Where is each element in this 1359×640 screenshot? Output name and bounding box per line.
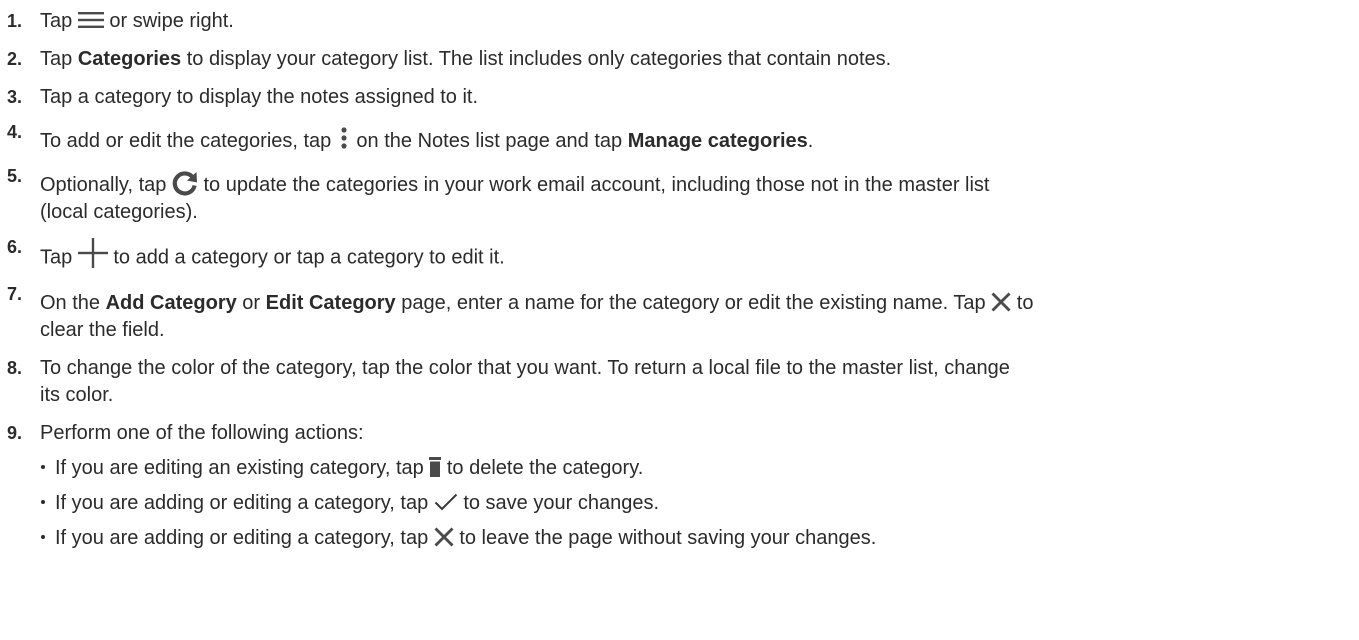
bullet-item: If you are editing an existing category,… (0, 455, 1359, 482)
step-text: Tap or swipe right. (40, 10, 234, 32)
plus-icon (77, 238, 108, 268)
step-text: Tap a category to display the notes assi… (40, 86, 479, 108)
ui-term: Categories (77, 48, 182, 70)
step-5: 5. Optionally, tap to update the categor… (0, 166, 1359, 226)
checkmark-icon (434, 493, 458, 511)
bullet-dot (41, 535, 45, 539)
ui-term: Manage categories (627, 130, 808, 152)
close-x-icon (434, 527, 454, 547)
step-number: 8. (7, 358, 23, 378)
step-3: 3. Tap a category to display the notes a… (0, 84, 1359, 111)
step-text: Optionally, tap to update the categories… (40, 170, 1359, 226)
step-number: 2. (7, 49, 23, 69)
step-6: 6. Tap to add a category or tap a catego… (0, 237, 1359, 273)
step-text: To change the color of the category, tap… (40, 357, 1010, 406)
bullet-item: If you are adding or editing a category,… (0, 490, 1359, 517)
step-2: 2. Tap Categories to display your catego… (0, 46, 1359, 73)
step-number: 4. (7, 122, 23, 142)
step-text: Tap Categories to display your category … (40, 48, 892, 70)
step-number: 3. (7, 87, 23, 107)
bullet-list: If you are editing an existing category,… (40, 455, 1359, 552)
step-number: 9. (7, 423, 23, 443)
ui-term: Add Category (105, 292, 243, 314)
step-8: 8. To change the color of the category, … (0, 355, 1359, 409)
step-4: 4. To add or edit the categories, tap on… (0, 122, 1359, 155)
step-number: 5. (7, 166, 23, 186)
step-text: Tap to add a category or tap a category … (40, 238, 1359, 273)
step-text: To add or edit the categories, tap on th… (40, 127, 1359, 155)
bullet-dot (41, 465, 45, 469)
step-number: 7. (7, 284, 23, 304)
close-x-icon (991, 292, 1011, 312)
bullet-item: If you are adding or editing a category,… (0, 525, 1359, 552)
ui-term: Edit Category (265, 292, 396, 314)
bullet-dot (41, 500, 45, 504)
step-text: On the Add Category or Edit Category pag… (40, 292, 1034, 341)
trash-icon (429, 456, 442, 477)
refresh-icon (172, 170, 198, 196)
step-9: 9. Perform one of the following actions:… (0, 420, 1359, 552)
steps-list: 1. Tap or swipe right. 2. Tap Categories… (0, 0, 1359, 552)
step-text: Perform one of the following actions: (40, 422, 364, 444)
vertical-ellipsis-icon (341, 127, 347, 149)
step-1: 1. Tap or swipe right. (0, 8, 1359, 35)
step-number: 1. (7, 11, 23, 31)
step-number: 6. (7, 237, 23, 257)
step-7: 7. On the Add Category or Edit Category … (0, 284, 1359, 344)
hamburger-menu-icon (77, 11, 104, 29)
